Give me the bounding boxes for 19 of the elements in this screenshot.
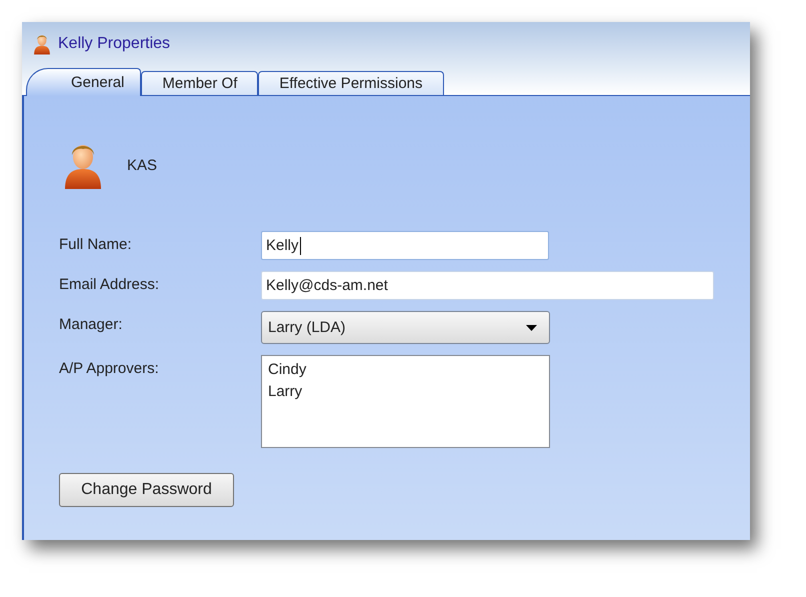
user-icon <box>32 33 52 55</box>
field-label: Full Name: <box>59 235 132 253</box>
tab[interactable]: Effective Permissions <box>258 71 444 95</box>
change-password-button[interactable]: Change Password <box>59 473 234 507</box>
field-label: Manager: <box>59 315 122 333</box>
text-field[interactable]: Kelly <box>261 231 549 260</box>
field-label: A/P Approvers: <box>59 359 159 377</box>
list-box[interactable]: Cindy Larry <box>261 355 550 448</box>
window-title: Kelly Properties <box>58 35 170 53</box>
text-field[interactable]: Kelly@cds-am.net <box>261 271 714 300</box>
list-item[interactable]: Larry <box>268 381 302 403</box>
tab[interactable]: General <box>26 68 142 96</box>
user-name: KAS <box>127 156 158 174</box>
list-item[interactable]: Cindy <box>268 359 306 381</box>
field-label: Email Address: <box>59 275 160 293</box>
dropdown-arrow-icon <box>526 324 537 330</box>
tab[interactable]: Member Of <box>141 71 258 95</box>
text-cursor <box>300 236 301 254</box>
dropdown[interactable]: Larry (LDA) <box>261 311 550 344</box>
